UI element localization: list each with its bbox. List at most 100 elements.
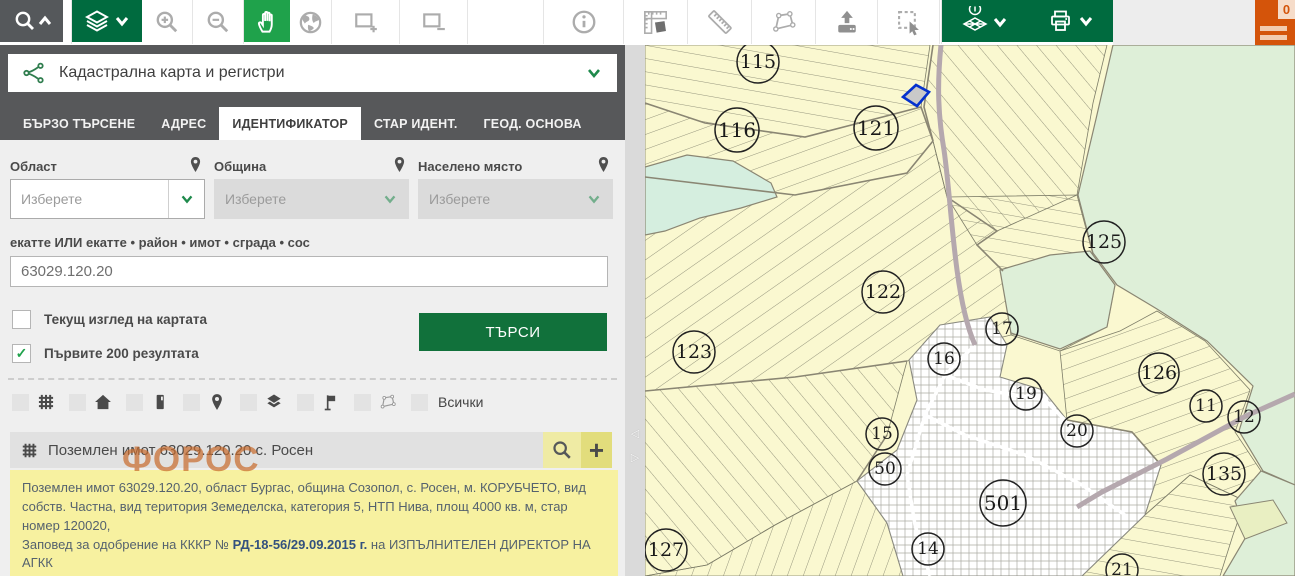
notification-badge: 0 xyxy=(1278,0,1295,19)
tab-4[interactable]: ГЕОД. ОСНОВА xyxy=(471,107,595,140)
filter-all-label: Всички xyxy=(438,394,483,410)
toolbar-measure-area-button[interactable] xyxy=(624,0,688,44)
filter-checkbox-layers-flat[interactable] xyxy=(240,394,257,411)
parcel-number-135: 135 xyxy=(1206,463,1242,485)
toolbar-export-button[interactable] xyxy=(816,0,878,44)
filter-checkbox-polygon-nodes[interactable] xyxy=(354,394,371,411)
parcel-number-17: 17 xyxy=(991,319,1013,339)
grid-icon xyxy=(36,392,56,412)
pan-hand-icon xyxy=(254,8,281,35)
tab-1[interactable]: АДРЕС xyxy=(148,107,219,140)
parcel-number-125: 125 xyxy=(1086,231,1122,253)
toolbar-identify-info-button[interactable] xyxy=(544,0,624,44)
checkbox-label: Текущ изглед на картата xyxy=(44,312,207,327)
toolbar-layers-button[interactable] xyxy=(72,0,142,42)
toolbar-grid-tools-button[interactable] xyxy=(942,0,1028,42)
checkbox-label: Първите 200 резултата xyxy=(44,346,199,361)
measure-polygon-icon xyxy=(770,8,798,36)
panel-splitter[interactable]: ◁ ▷ xyxy=(625,45,645,576)
layers-icon xyxy=(84,8,130,34)
parcel-grid-icon xyxy=(20,441,39,460)
pin-icon xyxy=(594,155,613,174)
toolbar-print-button[interactable] xyxy=(1028,0,1113,42)
toolbar-zoom-out-button[interactable] xyxy=(193,0,244,44)
toolbar-zoom-box-in-button[interactable] xyxy=(332,0,400,44)
toolbar-select-region-button[interactable] xyxy=(878,0,940,44)
notifications-toggle[interactable]: 0 xyxy=(1255,0,1295,45)
home-icon xyxy=(93,392,113,412)
toolbar-globe-button[interactable] xyxy=(290,0,332,44)
parcel-number-116: 116 xyxy=(718,118,756,142)
parcel-number-127: 127 xyxy=(648,539,684,561)
toolbar-search-button[interactable] xyxy=(0,0,63,42)
toolbar-pan-hand-button[interactable] xyxy=(244,0,290,42)
filter-checkbox-building[interactable] xyxy=(126,394,143,411)
zoom-out-icon xyxy=(205,9,231,35)
menu-bar-icon xyxy=(1260,26,1287,31)
building-icon xyxy=(150,392,170,412)
tab-3[interactable]: СТАР ИДЕНТ. xyxy=(361,107,471,140)
parcel-number-122: 122 xyxy=(865,281,901,303)
select-placeholder: Изберете xyxy=(419,191,576,207)
map-viewport[interactable]: 1151161211221231251261271355011716192015… xyxy=(645,45,1295,576)
location-selects: Област Изберете Община Изберете Населено мяс… xyxy=(10,148,613,219)
checkbox-box-checked[interactable]: ✓ xyxy=(12,344,31,363)
parcel-number-15: 15 xyxy=(871,424,893,444)
divider xyxy=(8,378,617,380)
tab-0[interactable]: БЪРЗО ТЪРСЕНЕ xyxy=(10,107,148,140)
parcel-number-50: 50 xyxy=(874,459,896,479)
select-col-1: Община Изберете xyxy=(214,148,409,219)
parcel-number-21: 21 xyxy=(1111,560,1133,576)
result-locate-button[interactable] xyxy=(543,432,581,468)
toolbar-zoom-in-button[interactable] xyxy=(142,0,193,44)
identifier-input[interactable] xyxy=(10,256,608,287)
select-label: Област xyxy=(10,159,57,174)
result-item[interactable]: Поземлен имот 63029.120.20 с. Росен + xyxy=(10,432,612,468)
filter-checkbox-pin[interactable] xyxy=(183,394,200,411)
parcel-number-12: 12 xyxy=(1233,407,1255,427)
select-label: Община xyxy=(214,159,266,174)
export-icon xyxy=(833,8,861,36)
checkbox-box[interactable] xyxy=(12,310,31,329)
result-filter-row: Всички xyxy=(12,392,483,412)
select-2[interactable]: Изберете xyxy=(418,179,613,219)
select-1[interactable]: Изберете xyxy=(214,179,409,219)
order-text-prefix: Заповед за одобрение на КККР № xyxy=(22,537,233,552)
search-tabs: БЪРЗО ТЪРСЕНЕАДРЕСИДЕНТИФИКАТОРСТАР ИДЕН… xyxy=(0,107,625,140)
filter-checkbox-flag[interactable] xyxy=(297,394,314,411)
result-add-button[interactable]: + xyxy=(581,432,612,468)
checkbox-first-200[interactable]: ✓ Първите 200 резултата xyxy=(12,344,199,363)
select-label: Населено място xyxy=(418,159,522,174)
select-0[interactable]: Изберете xyxy=(10,179,205,219)
measure-area-icon xyxy=(642,9,669,36)
toolbar-measure-distance-button[interactable] xyxy=(688,0,752,44)
expand-panel-icon[interactable]: ▷ xyxy=(629,452,641,464)
order-number: РД-18-56/29.09.2015 г. xyxy=(233,537,368,552)
checkbox-current-view[interactable]: Текущ изглед на картата xyxy=(12,310,207,329)
parcel-number-11: 11 xyxy=(1195,396,1217,416)
toolbar-zoom-box-out-button[interactable] xyxy=(400,0,468,44)
cadastral-map[interactable]: 1151161211221231251261271355011716192015… xyxy=(645,45,1295,576)
select-region-icon xyxy=(895,8,923,36)
filter-checkbox-grid[interactable] xyxy=(12,394,29,411)
identify-info-icon xyxy=(570,8,598,36)
service-selector[interactable]: Кадастрална карта и регистри xyxy=(8,54,617,92)
parcel-number-20: 20 xyxy=(1066,421,1088,441)
panel-body: Област Изберете Община Изберете Населено мяс… xyxy=(0,140,625,576)
result-item-text: Поземлен имот 63029.120.20 с. Росен xyxy=(48,442,543,459)
select-placeholder: Изберете xyxy=(215,191,372,207)
filter-checkbox-home[interactable] xyxy=(69,394,86,411)
toolbar-measure-polygon-button[interactable] xyxy=(752,0,816,44)
parcel-number-126: 126 xyxy=(1141,362,1177,384)
toolbar-spacer xyxy=(63,0,72,44)
filter-checkbox-all[interactable] xyxy=(411,394,428,411)
polygon-nodes-icon xyxy=(378,392,398,412)
parcel-number-501: 501 xyxy=(984,491,1022,515)
tab-2[interactable]: ИДЕНТИФИКАТОР xyxy=(219,107,361,140)
collapse-panel-icon[interactable]: ◁ xyxy=(629,428,641,440)
search-submit-button[interactable]: ТЪРСИ xyxy=(419,313,607,351)
parcel-number-121: 121 xyxy=(857,116,895,140)
select-placeholder: Изберете xyxy=(11,191,168,207)
pin-icon xyxy=(207,392,227,412)
result-detail-text: Поземлен имот 63029.120.20, област Бурга… xyxy=(22,480,586,533)
